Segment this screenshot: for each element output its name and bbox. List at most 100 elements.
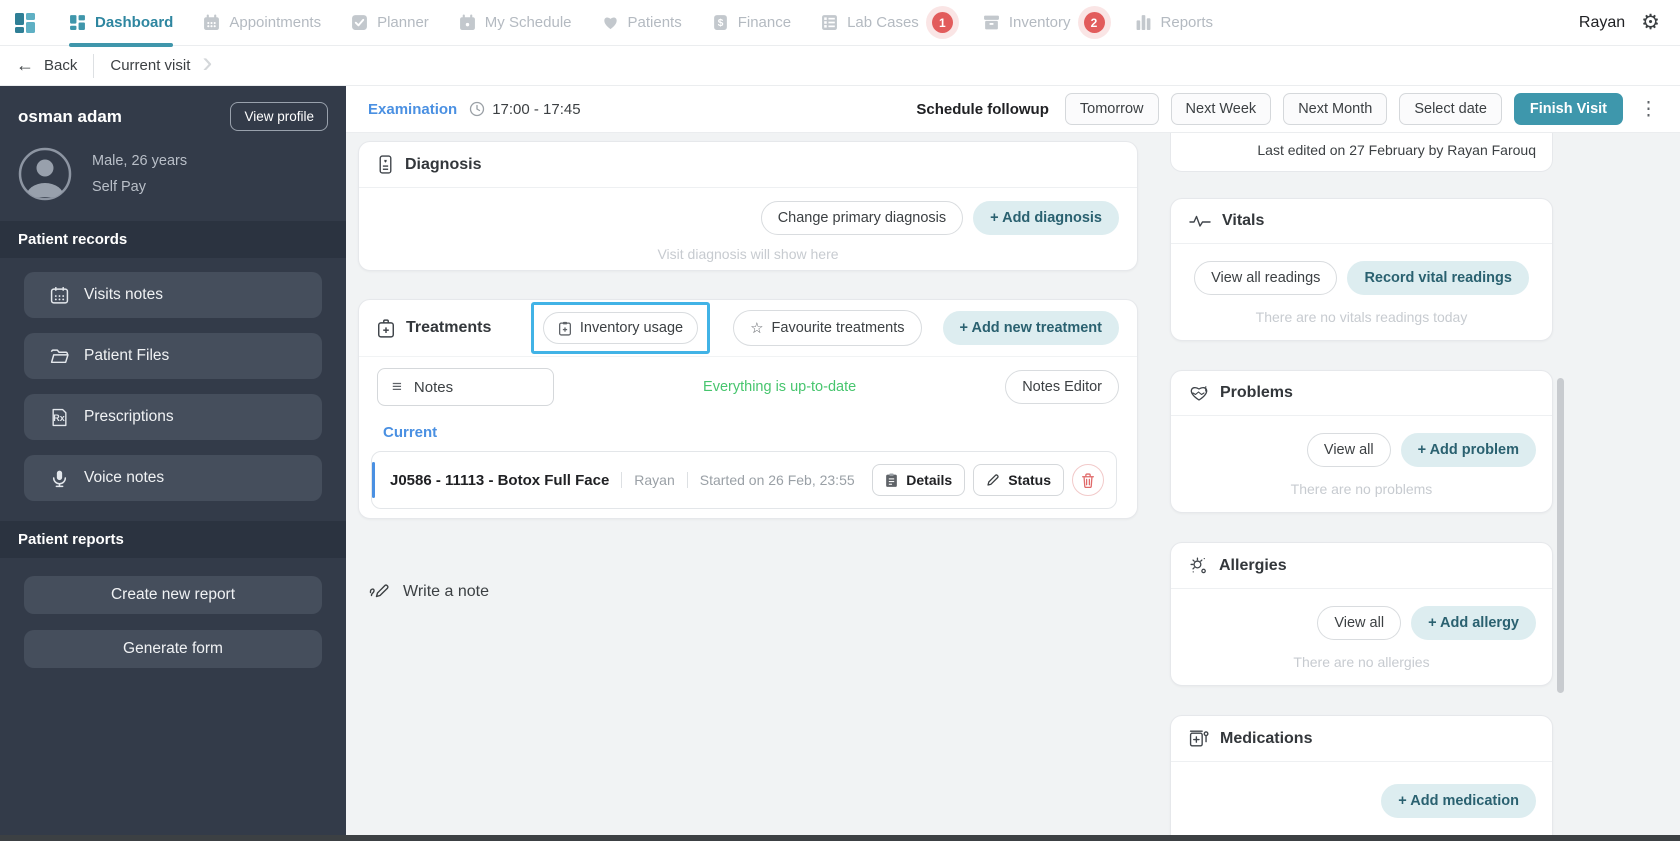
tab-label: Planner bbox=[377, 14, 429, 31]
scrollbar-thumb[interactable] bbox=[1557, 378, 1564, 693]
followup-select-date-button[interactable]: Select date bbox=[1399, 93, 1502, 125]
patient-payment-type: Self Pay bbox=[92, 179, 146, 195]
followup-next-week-button[interactable]: Next Week bbox=[1170, 93, 1272, 125]
vitals-pulse-icon bbox=[1189, 214, 1211, 228]
vitals-card: Vitals View all readings Record vital re… bbox=[1170, 198, 1553, 341]
favourite-treatments-button[interactable]: ☆ Favourite treatments bbox=[733, 310, 922, 346]
treatments-icon bbox=[377, 318, 395, 338]
user-name[interactable]: Rayan bbox=[1579, 14, 1625, 32]
schedule-followup-label: Schedule followup bbox=[916, 100, 1049, 118]
vitals-title: Vitals bbox=[1222, 212, 1265, 229]
change-primary-diagnosis-button[interactable]: Change primary diagnosis bbox=[760, 201, 964, 235]
patient-reports-header: Patient reports bbox=[0, 521, 346, 558]
treatment-details-button[interactable]: Details bbox=[872, 464, 966, 496]
tab-my-schedule[interactable]: My Schedule bbox=[444, 0, 587, 45]
tab-label: Appointments bbox=[229, 14, 322, 31]
dashboard-icon bbox=[69, 14, 86, 31]
treatment-status-button[interactable]: Status bbox=[973, 464, 1064, 496]
visit-type[interactable]: Examination bbox=[368, 101, 457, 118]
tab-dashboard[interactable]: Dashboard bbox=[54, 0, 188, 47]
pencil-icon bbox=[986, 473, 1000, 487]
write-note-input[interactable]: Write a note bbox=[369, 583, 489, 601]
tab-label: Finance bbox=[737, 14, 792, 31]
tab-patients[interactable]: Patients bbox=[587, 0, 697, 45]
patient-name: osman adam bbox=[18, 106, 122, 126]
view-all-allergies-button[interactable]: View all bbox=[1317, 606, 1402, 640]
pen-icon bbox=[369, 583, 390, 601]
sidebar-item-prescriptions[interactable]: Rx Prescriptions bbox=[24, 394, 322, 440]
tab-lab-cases[interactable]: Lab Cases 1 bbox=[806, 0, 968, 45]
notes-filter-select[interactable]: ≡ Notes bbox=[377, 368, 554, 406]
tab-finance[interactable]: $ Finance bbox=[697, 0, 806, 45]
avatar bbox=[18, 147, 72, 201]
add-new-treatment-button[interactable]: + Add new treatment bbox=[942, 311, 1119, 345]
add-problem-button[interactable]: + Add problem bbox=[1400, 433, 1536, 467]
back-button[interactable]: ← Back bbox=[16, 55, 77, 76]
diagnosis-icon bbox=[377, 155, 394, 174]
write-note-placeholder: Write a note bbox=[403, 583, 489, 600]
heart-icon bbox=[602, 14, 619, 31]
treatment-started: Started on 26 Feb, 23:55 bbox=[699, 472, 855, 488]
patient-demographics: Male, 26 years bbox=[92, 152, 188, 169]
sidebar-item-label: Visits notes bbox=[84, 286, 163, 303]
folder-icon bbox=[50, 347, 69, 366]
add-allergy-button[interactable]: + Add allergy bbox=[1411, 606, 1536, 640]
clock-icon bbox=[469, 101, 485, 117]
medications-title: Medications bbox=[1220, 729, 1313, 747]
view-profile-button[interactable]: View profile bbox=[230, 102, 328, 131]
dollar-icon: $ bbox=[712, 14, 729, 31]
allergies-icon bbox=[1189, 556, 1208, 575]
divider bbox=[621, 472, 623, 488]
calendar-icon bbox=[203, 14, 220, 31]
allergies-title: Allergies bbox=[1219, 556, 1287, 574]
inventory-usage-label: Inventory usage bbox=[579, 320, 684, 336]
view-all-readings-button[interactable]: View all readings bbox=[1194, 261, 1338, 295]
top-navigation: Dashboard Appointments Planner My Schedu… bbox=[0, 0, 1680, 47]
finish-visit-button[interactable]: Finish Visit bbox=[1513, 93, 1623, 125]
medications-card: Medications + Add medication There are n… bbox=[1170, 715, 1553, 835]
patient-sidebar: osman adam View profile Male, 26 years S… bbox=[0, 86, 346, 835]
add-medication-button[interactable]: + Add medication bbox=[1381, 784, 1536, 818]
generate-form-button[interactable]: Generate form bbox=[24, 630, 322, 668]
inventory-usage-highlight: Inventory usage bbox=[530, 302, 711, 354]
visits-calendar-icon bbox=[50, 286, 69, 305]
calendar-day-icon bbox=[459, 14, 476, 31]
sidebar-item-visits-notes[interactable]: Visits notes bbox=[24, 272, 322, 318]
more-options-icon[interactable]: ⋮ bbox=[1639, 98, 1658, 121]
create-new-report-button[interactable]: Create new report bbox=[24, 576, 322, 614]
sidebar-item-voice-notes[interactable]: Voice notes bbox=[24, 455, 322, 501]
right-panel: Last edited on 27 February by Rayan Faro… bbox=[1170, 133, 1553, 835]
sidebar-item-patient-files[interactable]: Patient Files bbox=[24, 333, 322, 379]
record-vital-readings-button[interactable]: Record vital readings bbox=[1347, 261, 1529, 295]
breadcrumb-current[interactable]: Current visit bbox=[110, 57, 190, 74]
sidebar-item-label: Voice notes bbox=[84, 469, 165, 486]
current-section-label: Current bbox=[383, 424, 438, 441]
tab-reports[interactable]: Reports bbox=[1120, 0, 1229, 45]
add-diagnosis-button[interactable]: + Add diagnosis bbox=[973, 201, 1119, 235]
problems-heart-icon bbox=[1189, 384, 1209, 402]
inventory-usage-button[interactable]: Inventory usage bbox=[542, 312, 699, 344]
sidebar-item-label: Patient Files bbox=[84, 347, 170, 364]
tab-appointments[interactable]: Appointments bbox=[188, 0, 336, 45]
notes-editor-button[interactable]: Notes Editor bbox=[1005, 370, 1119, 404]
medications-icon bbox=[1189, 729, 1209, 748]
delete-treatment-button[interactable] bbox=[1072, 464, 1104, 496]
last-edited-text: Last edited on 27 February by Rayan Faro… bbox=[1257, 142, 1536, 158]
chevron-right-icon: › bbox=[202, 45, 213, 79]
tab-planner[interactable]: Planner bbox=[336, 0, 444, 45]
followup-next-month-button[interactable]: Next Month bbox=[1283, 93, 1388, 125]
status-label: Status bbox=[1008, 472, 1051, 488]
view-all-problems-button[interactable]: View all bbox=[1306, 433, 1391, 467]
problems-title: Problems bbox=[1220, 384, 1293, 401]
treatment-name: J0586 - 11113 - Botox Full Face bbox=[390, 471, 610, 489]
tab-inventory[interactable]: Inventory 2 bbox=[968, 0, 1120, 45]
followup-tomorrow-button[interactable]: Tomorrow bbox=[1064, 93, 1159, 125]
tab-label: Patients bbox=[627, 14, 682, 31]
tab-label: Inventory bbox=[1008, 14, 1071, 31]
allergies-card: Allergies View all + Add allergy There a… bbox=[1170, 542, 1553, 686]
trash-icon bbox=[1081, 472, 1095, 488]
treatment-row[interactable]: J0586 - 11113 - Botox Full Face Rayan St… bbox=[371, 451, 1117, 509]
gear-icon[interactable]: ⚙ bbox=[1641, 12, 1660, 33]
breadcrumb: ← Back Current visit › bbox=[0, 46, 1680, 86]
inventory-box-icon bbox=[983, 14, 1000, 31]
